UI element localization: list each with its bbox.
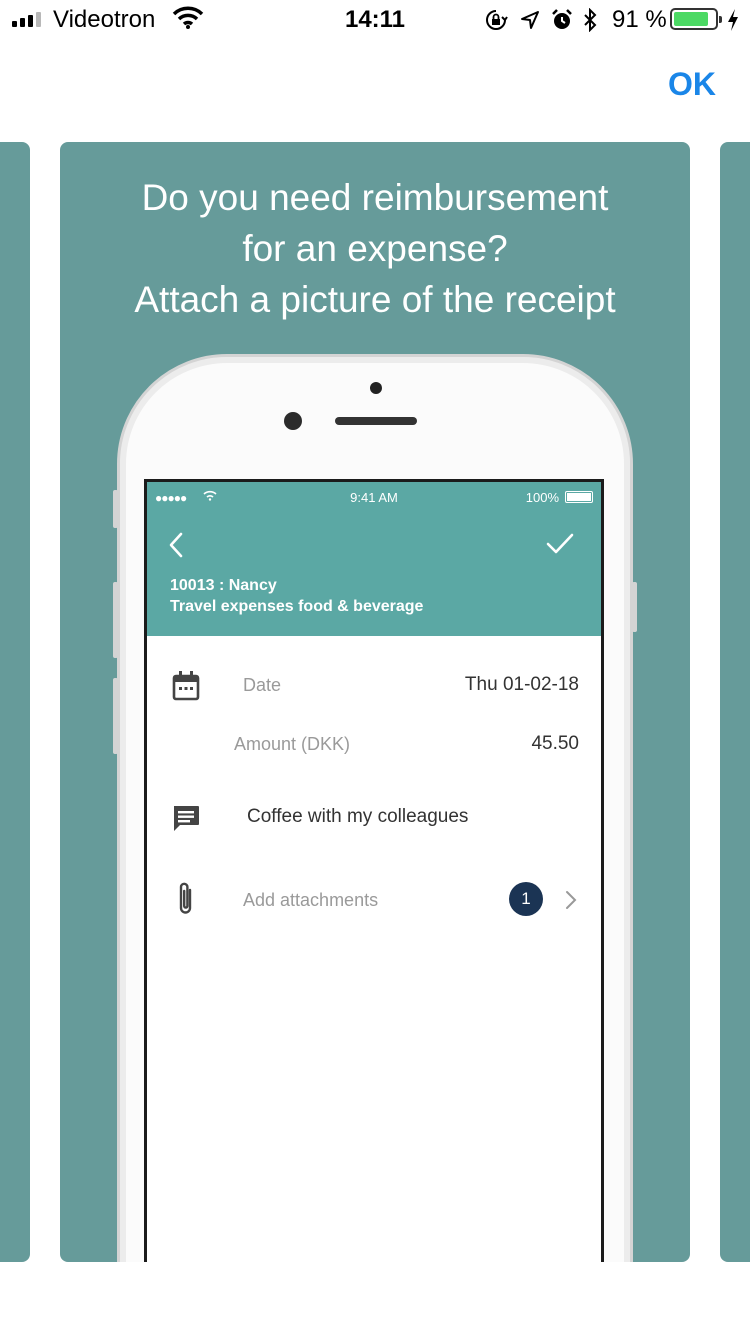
add-attachments-label[interactable]: Add attachments [243, 890, 378, 911]
ok-button[interactable]: OK [668, 66, 716, 103]
onboarding-slide-card: Do you need reimbursement for an expense… [60, 142, 690, 1262]
date-value[interactable]: Thu 01-02-18 [465, 674, 579, 696]
alarm-icon [552, 9, 572, 29]
chevron-right-icon[interactable] [563, 888, 579, 912]
mockup-battery-icon [565, 491, 593, 503]
battery-icon [670, 8, 722, 30]
date-label: Date [243, 675, 282, 695]
battery-percentage: 91 % [612, 6, 667, 33]
employee-id-name: 10013 : Nancy [170, 577, 277, 594]
orientation-lock-icon [486, 10, 508, 30]
back-arrow-icon[interactable] [165, 530, 189, 560]
earpiece-speaker [335, 417, 417, 425]
bluetooth-icon [584, 8, 597, 32]
confirm-check-icon[interactable] [545, 532, 575, 556]
paperclip-icon [179, 882, 192, 914]
previous-slide-card[interactable] [0, 142, 30, 1262]
next-slide-card[interactable] [720, 142, 750, 1262]
location-icon [521, 11, 539, 29]
slide-headline: Do you need reimbursement for an expense… [60, 172, 690, 325]
headline-line-3: Attach a picture of the receipt [134, 279, 616, 320]
attachment-count-badge: 1 [509, 882, 543, 916]
front-camera [284, 412, 302, 430]
comment-text[interactable]: Coffee with my colleagues [247, 806, 468, 828]
headline-line-2: for an expense? [242, 228, 508, 269]
charging-icon [728, 9, 738, 31]
amount-value[interactable]: 45.50 [531, 733, 579, 755]
expense-header: ●●●●● 9:41 AM 100% 10013 : Nancy Travel … [147, 482, 601, 636]
expense-category: Travel expenses food & beverage [170, 598, 424, 615]
amount-label: Amount (DKK) [234, 734, 351, 754]
headline-line-1: Do you need reimbursement [141, 177, 609, 218]
status-bar: Videotron 14:11 91 % [0, 0, 750, 40]
proximity-sensor [370, 382, 382, 394]
comment-icon [174, 806, 199, 831]
mockup-status-bar: ●●●●● 9:41 AM 100% [147, 487, 601, 507]
calendar-icon [172, 671, 200, 701]
mockup-screen: ●●●●● 9:41 AM 100% 10013 : Nancy Travel … [144, 479, 604, 1262]
mockup-battery-percentage: 100% [525, 490, 559, 505]
